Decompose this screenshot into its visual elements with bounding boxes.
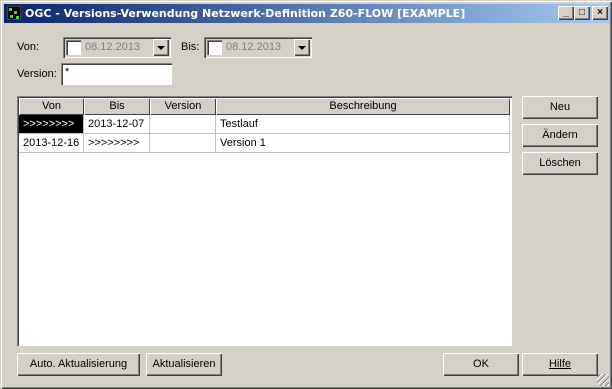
bis-label: Bis: [181, 41, 200, 53]
window-title: OGC - Versions-Verwendung Netzwerk-Defin… [25, 7, 466, 20]
bis-dropdown-arrow-icon[interactable] [294, 39, 310, 56]
table-row[interactable]: 2013-12-16 >>>>>>>> Version 1 [19, 134, 510, 153]
title-bar[interactable]: OGC - Versions-Verwendung Netzwerk-Defin… [4, 4, 610, 23]
cell-von[interactable]: 2013-12-16 [19, 134, 84, 153]
cell-version[interactable] [150, 115, 216, 134]
table-row[interactable]: >>>>>>>> 2013-12-07 Testlauf [19, 115, 510, 134]
version-label: Version: [17, 68, 57, 80]
delete-button[interactable]: Löschen [522, 152, 598, 175]
cell-bis[interactable]: >>>>>>>> [84, 134, 150, 153]
column-header-von[interactable]: Von [19, 98, 84, 115]
resize-grip-icon[interactable] [597, 374, 609, 386]
bis-date-picker[interactable]: 08.12.2013 [204, 37, 312, 58]
cell-bis[interactable]: 2013-12-07 [84, 115, 150, 134]
bis-date-checkbox[interactable] [207, 40, 222, 55]
von-date-value: 08.12.2013 [85, 41, 141, 53]
column-header-version[interactable]: Version [150, 98, 216, 115]
von-date-checkbox[interactable] [66, 40, 81, 55]
von-dropdown-arrow-icon[interactable] [153, 39, 169, 56]
dialog-window: OGC - Versions-Verwendung Netzwerk-Defin… [0, 0, 612, 389]
close-button[interactable]: × [592, 6, 608, 20]
cell-von[interactable]: >>>>>>>> [19, 115, 84, 134]
versions-table[interactable]: Von Bis Version Beschreibung >>>>>>>> 20… [17, 96, 512, 346]
cell-beschreibung[interactable]: Testlauf [216, 115, 510, 134]
cell-version[interactable] [150, 134, 216, 153]
new-button[interactable]: Neu [522, 96, 598, 119]
minimize-button[interactable]: _ [558, 6, 574, 20]
cell-beschreibung[interactable]: Version 1 [216, 134, 510, 153]
column-header-beschreibung[interactable]: Beschreibung [216, 98, 510, 115]
von-date-picker[interactable]: 08.12.2013 [63, 37, 171, 58]
help-button[interactable]: Hilfe [522, 353, 598, 376]
auto-refresh-button[interactable]: Auto. Aktualisierung [17, 353, 140, 376]
refresh-button[interactable]: Aktualisieren [146, 353, 222, 376]
bis-date-value: 08.12.2013 [226, 41, 282, 53]
ok-button[interactable]: OK [443, 353, 519, 376]
version-input[interactable]: * [61, 63, 172, 85]
von-label: Von: [17, 41, 40, 53]
change-button[interactable]: Ändern [522, 124, 598, 147]
maximize-button[interactable]: □ [574, 6, 590, 20]
column-header-bis[interactable]: Bis [84, 98, 150, 115]
app-icon[interactable] [7, 6, 21, 20]
